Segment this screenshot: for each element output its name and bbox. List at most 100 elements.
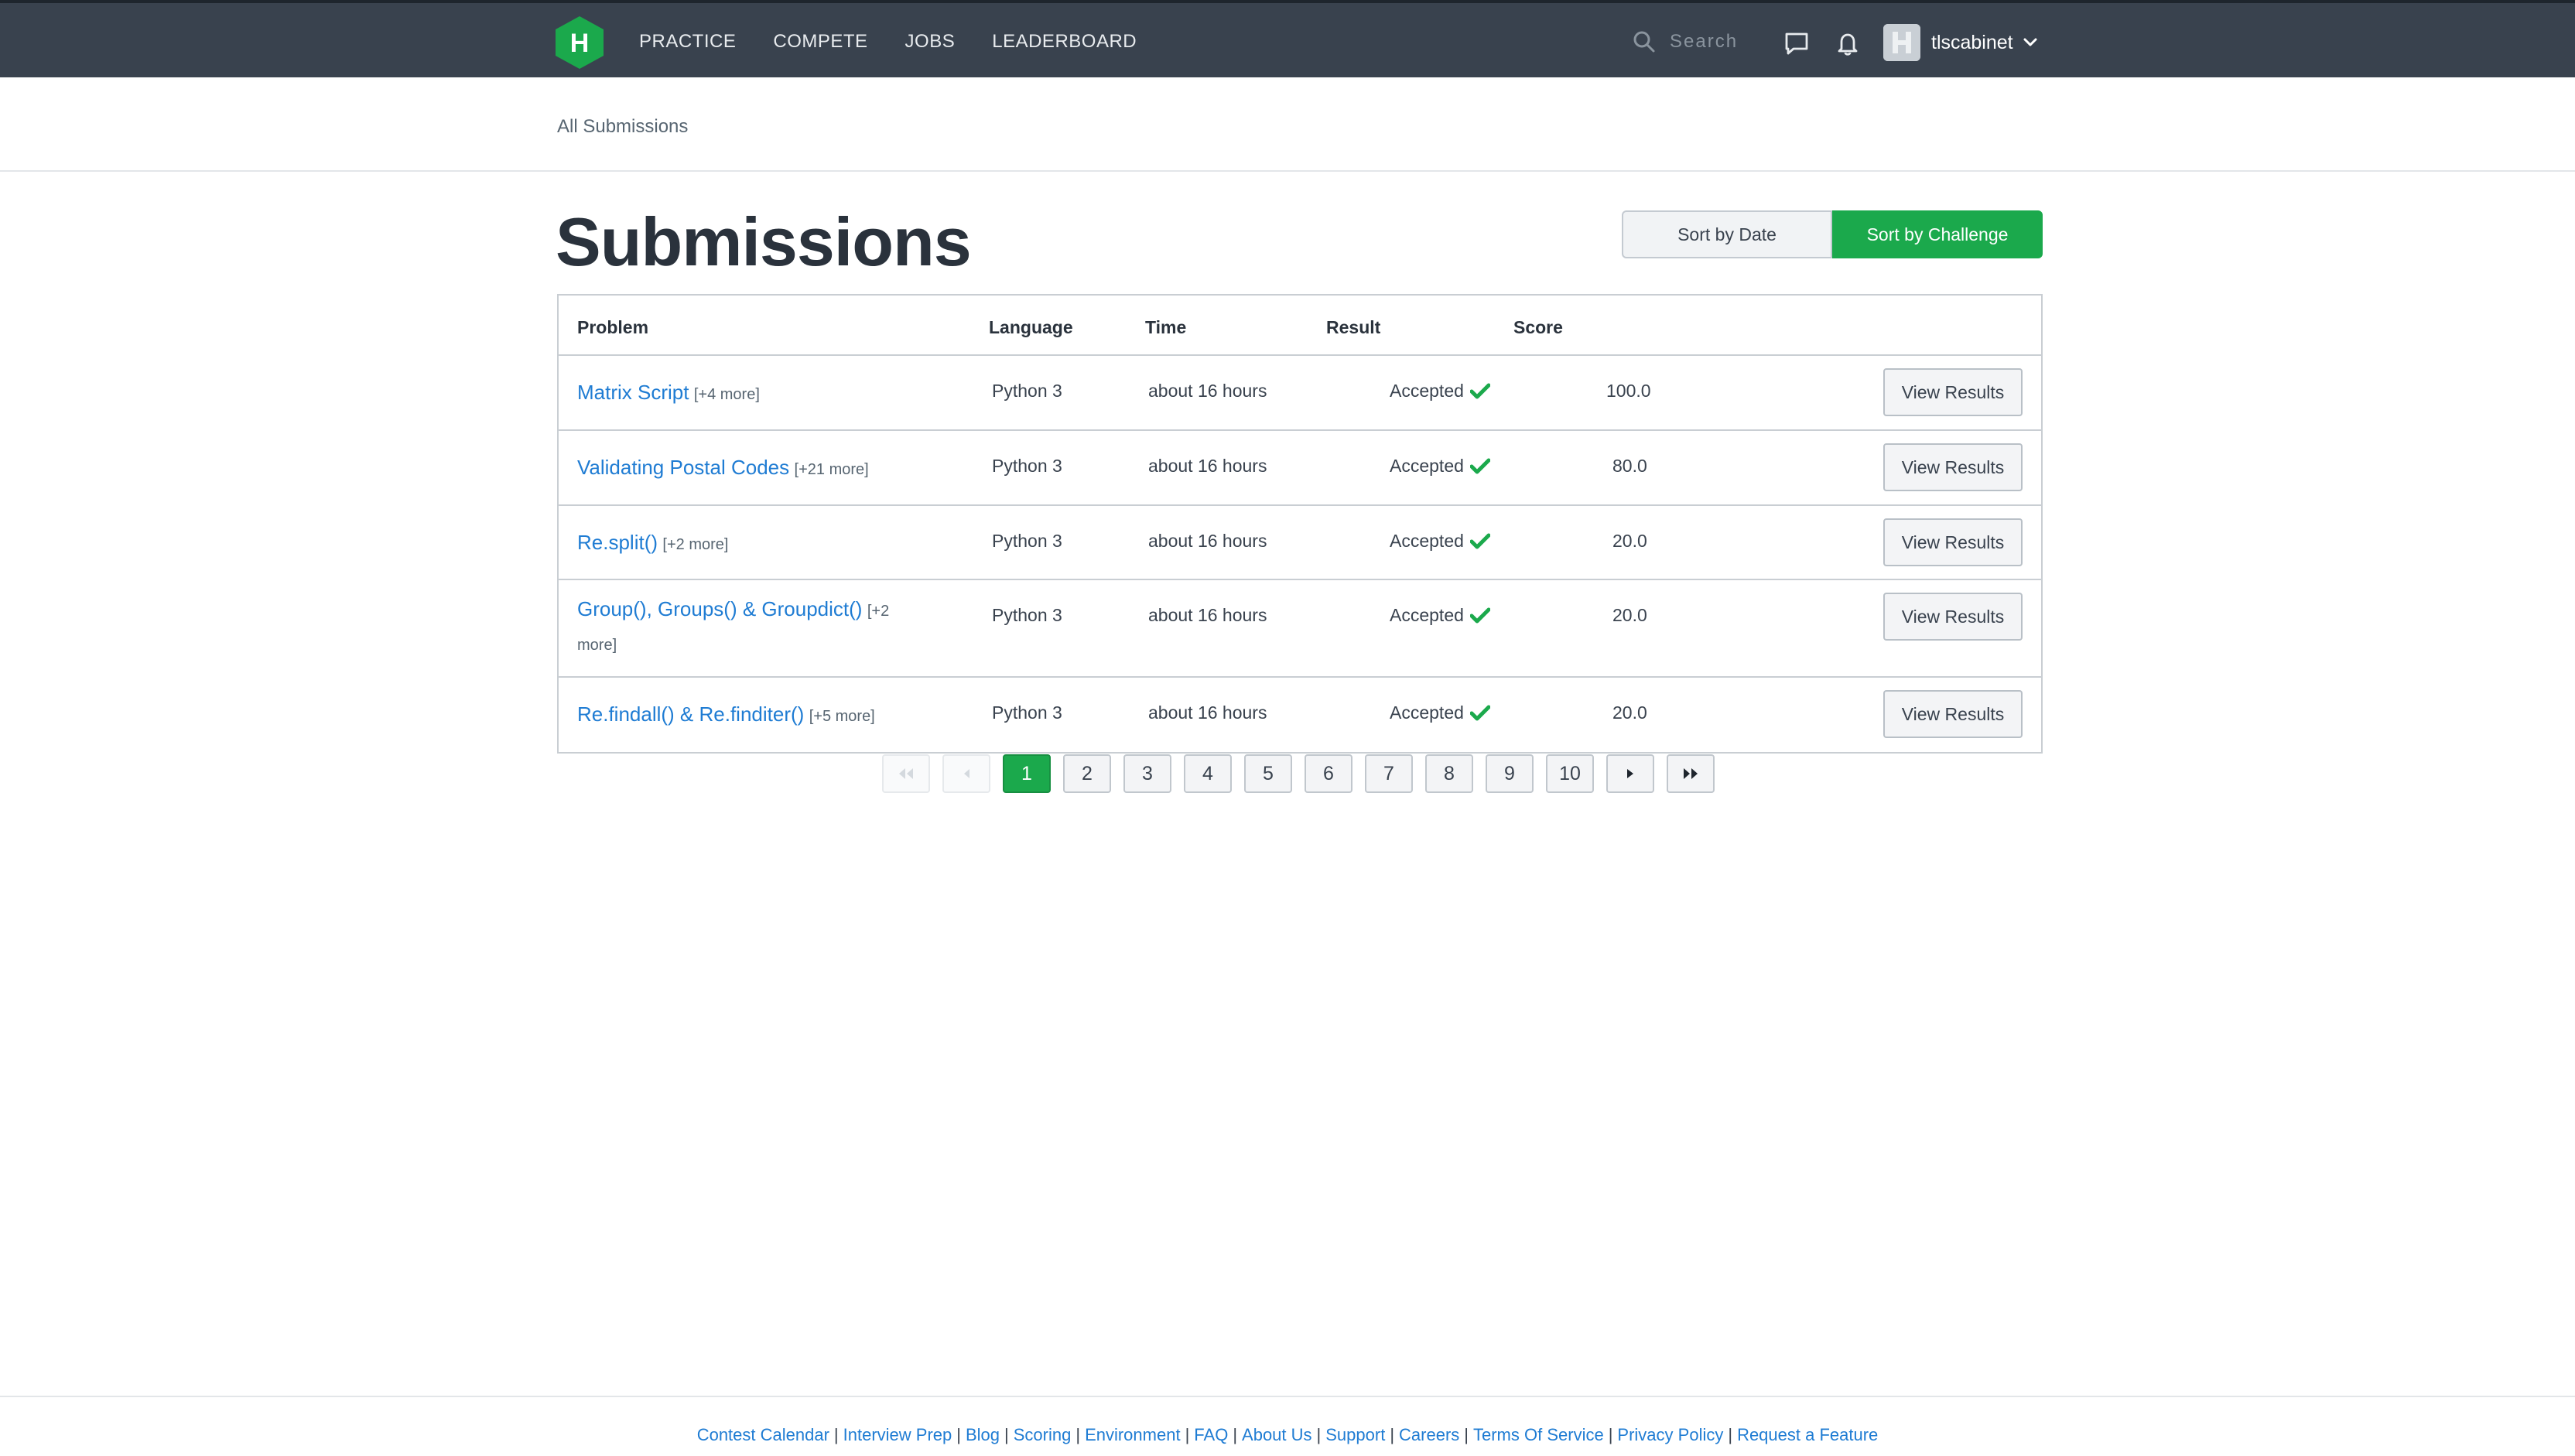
footer-link-terms-of-service[interactable]: Terms Of Service — [1473, 1425, 1604, 1444]
footer-link-blog[interactable]: Blog — [966, 1425, 1000, 1444]
page-button-2[interactable]: 2 — [1063, 754, 1111, 793]
footer-link-about-us[interactable]: About Us — [1242, 1425, 1312, 1444]
pagination: 1 2 3 4 5 6 7 8 9 10 — [882, 754, 1727, 793]
page-button-1[interactable]: 1 — [1003, 754, 1051, 793]
view-results-button[interactable]: View Results — [1883, 443, 2023, 491]
chevron-down-icon — [2023, 38, 2037, 46]
nav-links: PRACTICE COMPETE JOBS LEADERBOARD — [639, 3, 1174, 80]
result-text: Accepted — [1390, 456, 1464, 476]
sort-by-date-button[interactable]: Sort by Date — [1622, 210, 1832, 258]
problem-link[interactable]: Re.findall() & Re.finditer() — [577, 702, 804, 726]
nav-link-practice[interactable]: PRACTICE — [639, 31, 736, 53]
footer-separator: | — [1075, 1425, 1081, 1444]
search-input[interactable] — [1670, 31, 1770, 53]
view-results-button[interactable]: View Results — [1883, 690, 2023, 738]
sort-toggle: Sort by Date Sort by Challenge — [1622, 210, 2043, 258]
more-submissions-link[interactable]: [+5 more] — [809, 708, 875, 725]
score-cell: 20.0 — [1612, 605, 1647, 625]
language-cell: Python 3 — [992, 531, 1062, 551]
problem-cell: Re.findall() & Re.finditer() [+5 more] — [577, 698, 1011, 733]
page-button-4[interactable]: 4 — [1184, 754, 1232, 793]
nav-link-leaderboard[interactable]: LEADERBOARD — [992, 31, 1137, 53]
footer-separator: | — [1390, 1425, 1395, 1444]
page-button-7[interactable]: 7 — [1365, 754, 1413, 793]
checkmark-icon — [1469, 533, 1490, 549]
page-button-3[interactable]: 3 — [1123, 754, 1171, 793]
language-cell: Python 3 — [992, 702, 1062, 723]
result-cell: Accepted — [1390, 702, 1490, 723]
problem-link[interactable]: Validating Postal Codes — [577, 456, 789, 479]
footer-link-privacy-policy[interactable]: Privacy Policy — [1617, 1425, 1723, 1444]
footer-link-faq[interactable]: FAQ — [1194, 1425, 1228, 1444]
table-row: Re.split() [+2 more] Python 3 about 16 h… — [559, 506, 2041, 580]
result-text: Accepted — [1390, 381, 1464, 401]
result-cell: Accepted — [1390, 456, 1490, 477]
double-chevron-left-icon — [899, 768, 913, 779]
table-row: Group(), Groups() & Groupdict() [+2 more… — [559, 580, 2041, 678]
next-page-button[interactable] — [1606, 754, 1654, 793]
view-results-button[interactable]: View Results — [1883, 518, 2023, 566]
problem-link[interactable]: Re.split() — [577, 531, 658, 554]
checkmark-icon — [1469, 458, 1490, 473]
notifications-bell-icon[interactable] — [1832, 28, 1863, 59]
nav-link-jobs[interactable]: JOBS — [905, 31, 956, 53]
more-submissions-link[interactable]: [+2 more] — [662, 536, 728, 553]
footer-links: Contest Calendar | Interview Prep | Blog | Sco… — [0, 1425, 2575, 1445]
footer-separator: | — [1316, 1425, 1322, 1444]
header-language: Language — [989, 317, 1073, 337]
chevron-left-icon — [964, 769, 969, 778]
footer-separator: | — [1004, 1425, 1009, 1444]
time-cell: about 16 hours — [1148, 605, 1267, 625]
prev-page-button[interactable] — [942, 754, 990, 793]
double-chevron-right-icon — [1684, 768, 1698, 779]
header-problem: Problem — [577, 317, 649, 337]
page-button-8[interactable]: 8 — [1425, 754, 1473, 793]
breadcrumb[interactable]: All Submissions — [557, 116, 688, 138]
score-cell: 80.0 — [1612, 456, 1647, 476]
hackerrank-logo[interactable]: H — [556, 16, 604, 69]
last-page-button[interactable] — [1667, 754, 1715, 793]
more-submissions-link[interactable]: [+4 more] — [694, 386, 760, 403]
header-time: Time — [1145, 317, 1187, 337]
view-results-button[interactable]: View Results — [1883, 593, 2023, 641]
chevron-right-icon — [1627, 769, 1633, 778]
language-cell: Python 3 — [992, 605, 1062, 625]
footer-link-interview-prep[interactable]: Interview Prep — [843, 1425, 952, 1444]
header-result: Result — [1326, 317, 1381, 337]
page-button-9[interactable]: 9 — [1486, 754, 1534, 793]
sort-by-challenge-button[interactable]: Sort by Challenge — [1832, 210, 2043, 258]
result-cell: Accepted — [1390, 531, 1490, 552]
problem-link[interactable]: Matrix Script — [577, 381, 689, 404]
more-submissions-link[interactable]: [+21 more] — [795, 461, 869, 478]
table-row: Matrix Script [+4 more] Python 3 about 1… — [559, 356, 2041, 431]
user-menu[interactable]: tlscabinet — [1883, 24, 2038, 61]
footer-link-support[interactable]: Support — [1325, 1425, 1385, 1444]
time-cell: about 16 hours — [1148, 702, 1267, 723]
page-button-10[interactable]: 10 — [1546, 754, 1594, 793]
page-button-6[interactable]: 6 — [1305, 754, 1352, 793]
nav-link-compete[interactable]: COMPETE — [773, 31, 867, 53]
top-nav: H PRACTICE COMPETE JOBS LEADERBOARD tlsc… — [0, 0, 2575, 77]
username: tlscabinet — [1931, 31, 2013, 53]
page-title: Submissions — [556, 203, 972, 280]
search-icon — [1633, 31, 1655, 53]
messages-icon[interactable] — [1781, 28, 1812, 59]
result-cell: Accepted — [1390, 605, 1490, 626]
problem-cell: Re.split() [+2 more] — [577, 526, 902, 561]
page-button-5[interactable]: 5 — [1244, 754, 1292, 793]
footer-link-contest-calendar[interactable]: Contest Calendar — [697, 1425, 829, 1444]
view-results-button[interactable]: View Results — [1883, 368, 2023, 416]
footer-link-scoring[interactable]: Scoring — [1014, 1425, 1072, 1444]
footer-link-careers[interactable]: Careers — [1399, 1425, 1459, 1444]
footer-separator: | — [1233, 1425, 1238, 1444]
first-page-button[interactable] — [882, 754, 930, 793]
problem-link[interactable]: Group(), Groups() & Groupdict() — [577, 597, 862, 620]
footer-link-environment[interactable]: Environment — [1085, 1425, 1181, 1444]
score-cell: 20.0 — [1612, 702, 1647, 723]
language-cell: Python 3 — [992, 456, 1062, 476]
problem-cell: Group(), Groups() & Groupdict() [+2 more… — [577, 593, 902, 661]
footer-link-request-a-feature[interactable]: Request a Feature — [1737, 1425, 1878, 1444]
table-row: Validating Postal Codes [+21 more] Pytho… — [559, 431, 2041, 506]
table-row: Re.findall() & Re.finditer() [+5 more] P… — [559, 678, 2041, 752]
result-text: Accepted — [1390, 605, 1464, 625]
